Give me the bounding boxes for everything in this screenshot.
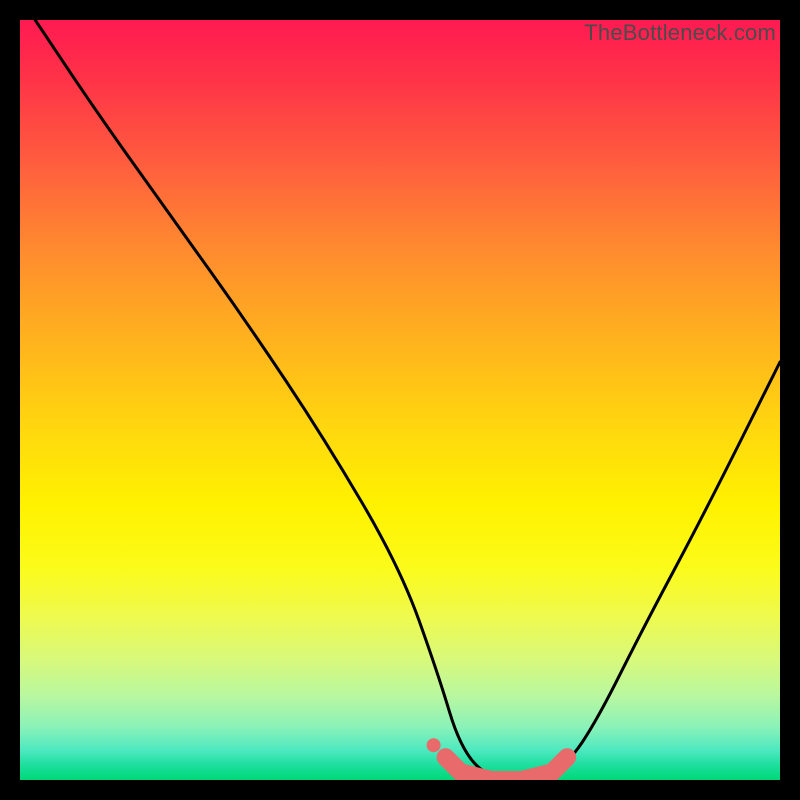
plot-area: TheBottleneck.com: [20, 20, 780, 780]
optimal-range-start-dot: [427, 738, 441, 752]
watermark-text: TheBottleneck.com: [584, 20, 776, 46]
chart-svg: [20, 20, 780, 780]
bottleneck-curve: [35, 20, 780, 780]
optimal-range-band: [446, 757, 568, 780]
curve-group: [35, 20, 780, 780]
optimal-range-markers: [427, 738, 568, 780]
chart-frame: TheBottleneck.com: [20, 20, 780, 780]
